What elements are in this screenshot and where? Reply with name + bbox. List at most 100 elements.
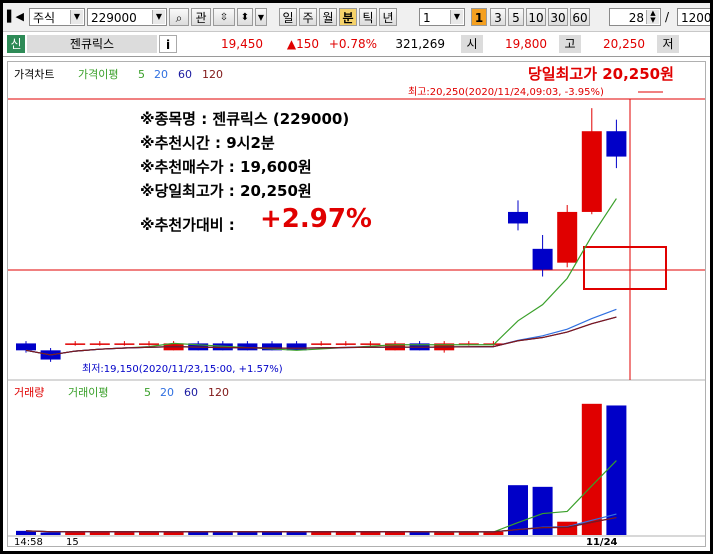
x-tick-label: 14:58 (14, 537, 43, 546)
stock-name: 젠큐릭스 (27, 35, 157, 53)
candle-down (508, 211, 528, 224)
link-icon[interactable]: ▌◀ (7, 8, 29, 26)
price-ma-120: 120 (202, 68, 223, 81)
market-type-value: 주식 (33, 11, 56, 25)
volume-legend: 거래량 거래이평 5 20 60 120 (14, 386, 229, 399)
recommend-highlight-box (583, 246, 667, 290)
price-legend-title: 가격차트 (14, 68, 54, 81)
candle-group (16, 108, 627, 362)
search-icon: ⌕ (175, 11, 183, 25)
candle-up (335, 343, 356, 345)
open-label: 시 (461, 35, 483, 53)
candle-up (581, 131, 602, 212)
total-count-input[interactable]: 1200 (677, 8, 710, 26)
period-minute[interactable]: 분 (339, 8, 357, 26)
period-count-value: 1 (423, 11, 431, 25)
volume-bar (40, 532, 61, 535)
high-label: 고 (559, 35, 581, 53)
candle-up (114, 343, 135, 345)
price-ma-label: 가격이평 (78, 68, 118, 81)
candle-up (65, 343, 86, 345)
price-ma-5: 5 (138, 68, 145, 81)
volume-bar (163, 532, 184, 535)
quote-bar: 신 젠큐릭스 i 19,450 ▲150 +0.78% 321,269 시 19… (3, 32, 710, 57)
count-value: 28 (628, 11, 644, 25)
search-button[interactable]: ⌕ (169, 8, 189, 26)
chart-window: ▌◀ 주식 ▼ 229000 ▼ ⌕ 관 ⇳ ⬍ ▼ 일 주 월 분 틱 년 1… (3, 3, 710, 551)
period-month[interactable]: 월 (319, 8, 337, 26)
change-rate: +0.78% (328, 37, 377, 51)
candle-down (286, 343, 307, 351)
stepper-button[interactable]: ⇳ (213, 8, 235, 26)
annotation-ratio-label: ※추천가대비 : (140, 216, 235, 234)
preset-5-button[interactable]: 5 (508, 8, 524, 26)
preset-1-button[interactable]: 1 (471, 8, 487, 26)
price-legend: 가격차트 가격이평 5 20 60 120 (14, 68, 223, 81)
chevron-down-icon: ▼ (257, 13, 265, 22)
candle-up (139, 343, 159, 345)
annotation-recommend-time: ※추천시간 : 9시2분 (140, 134, 275, 152)
market-type-select[interactable]: 주식 ▼ (29, 8, 85, 26)
candle-up (360, 343, 381, 345)
stepper-arrows[interactable]: ⬍ (237, 8, 253, 26)
price-ma-60: 60 (178, 68, 192, 81)
high-price: 20,250 (603, 37, 645, 51)
volume-bar (581, 403, 602, 535)
up-down-icon: ⇳ (219, 12, 229, 23)
more-dropdown[interactable]: ▼ (255, 8, 267, 26)
day-high-title: 당일최고가 20,250원 (528, 65, 674, 83)
volume-ma-20: 20 (160, 386, 174, 399)
preset-3-button[interactable]: 3 (490, 8, 506, 26)
volume-ma-label: 거래이평 (68, 386, 108, 399)
volume: 321,269 (395, 37, 445, 51)
chart-svg[interactable]: 가격차트 가격이평 5 20 60 120 당일최고가 20,250원 최고:2… (8, 62, 705, 546)
chevron-updown-icon: ⬍ (240, 12, 250, 23)
annotation-recommend-price: ※추천매수가 : 19,600원 (140, 158, 312, 176)
info-button[interactable]: i (159, 35, 177, 53)
volume-ma-5: 5 (144, 386, 151, 399)
open-price: 19,800 (505, 37, 547, 51)
period-year[interactable]: 년 (379, 8, 397, 26)
current-price: 19,450 (221, 37, 263, 51)
credit-badge: 신 (7, 35, 25, 53)
volume-bar (557, 521, 578, 535)
chart-panel[interactable]: 가격차트 가격이평 5 20 60 120 당일최고가 20,250원 최고:2… (7, 61, 706, 547)
separator-slash: / (665, 10, 670, 24)
chevron-down-icon: ▼ (70, 10, 83, 24)
x-tick-label: 11/24 (586, 537, 618, 546)
candle-up (89, 343, 110, 345)
candle-up (557, 211, 578, 263)
period-day[interactable]: 일 (279, 8, 297, 26)
annotation-ratio-value: +2.97% (260, 204, 372, 234)
candle-down (16, 343, 36, 351)
interest-button[interactable]: 관 (191, 8, 211, 26)
candle-down (532, 248, 553, 270)
count-stepper[interactable]: 28 ▲ ▼ (609, 8, 661, 26)
volume-bar-group (16, 403, 627, 535)
chevron-down-icon: ▼ (152, 10, 165, 24)
toolbar: ▌◀ 주식 ▼ 229000 ▼ ⌕ 관 ⇳ ⬍ ▼ 일 주 월 분 틱 년 1… (3, 3, 710, 32)
volume-bar (434, 532, 455, 535)
x-tick-label: 15 (66, 537, 79, 546)
period-count-select[interactable]: 1 ▼ (419, 8, 465, 26)
price-change: ▲150 (286, 37, 319, 51)
price-ma-20: 20 (154, 68, 168, 81)
low-label: 저 (657, 35, 679, 53)
preset-60-button[interactable]: 60 (570, 8, 590, 26)
period-tick[interactable]: 틱 (359, 8, 377, 26)
chevron-down-icon: ▼ (450, 10, 463, 24)
high-marker-label: 최고:20,250(2020/11/24,09:03, -3.95%) (408, 86, 604, 98)
preset-30-button[interactable]: 30 (548, 8, 568, 26)
volume-ma-60: 60 (184, 386, 198, 399)
annotation-day-high: ※당일최고가 : 20,250원 (140, 182, 312, 200)
candle-down (606, 131, 627, 157)
total-count-value: 1200 (681, 11, 710, 25)
volume-bar (508, 485, 528, 535)
stock-code-value: 229000 (91, 11, 137, 25)
preset-10-button[interactable]: 10 (526, 8, 546, 26)
period-week[interactable]: 주 (299, 8, 317, 26)
volume-legend-title: 거래량 (14, 386, 44, 399)
candle-up (311, 343, 332, 345)
stock-code-input[interactable]: 229000 ▼ (87, 8, 167, 26)
annotation-stock-name: ※종목명 : 젠큐릭스 (229000) (140, 110, 350, 128)
